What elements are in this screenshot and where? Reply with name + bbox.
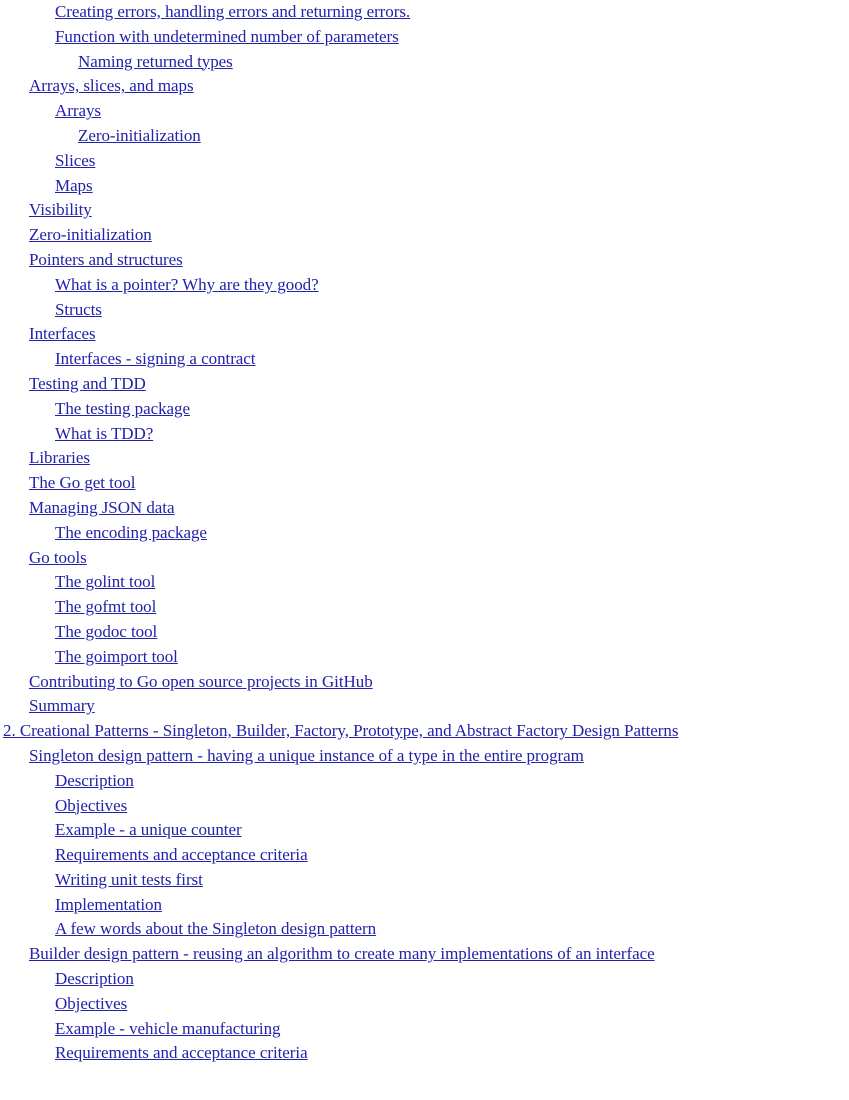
toc-entry: The gofmt tool — [0, 595, 849, 620]
toc-link[interactable]: What is a pointer? Why are they good? — [55, 275, 319, 294]
toc-link[interactable]: The Go get tool — [29, 473, 135, 492]
toc-link[interactable]: A few words about the Singleton design p… — [55, 919, 376, 938]
toc-link[interactable]: The gofmt tool — [55, 597, 156, 616]
toc-entry: Creating errors, handling errors and ret… — [0, 0, 849, 25]
toc-entry: Zero-initialization — [0, 223, 849, 248]
toc-link[interactable]: Libraries — [29, 448, 90, 467]
toc-entry: Objectives — [0, 794, 849, 819]
toc-link[interactable]: The encoding package — [55, 523, 207, 542]
toc-link[interactable]: Description — [55, 969, 134, 988]
toc-entry: Managing JSON data — [0, 496, 849, 521]
toc-entry: Requirements and acceptance criteria — [0, 1041, 849, 1066]
toc-link[interactable]: Contributing to Go open source projects … — [29, 672, 373, 691]
toc-entry: Builder design pattern - reusing an algo… — [0, 942, 849, 967]
toc-entry: Interfaces — [0, 322, 849, 347]
toc-entry: Maps — [0, 174, 849, 199]
toc-entry: The godoc tool — [0, 620, 849, 645]
toc-entry: Go tools — [0, 546, 849, 571]
toc-entry: Interfaces - signing a contract — [0, 347, 849, 372]
toc-link[interactable]: Arrays — [55, 101, 101, 120]
toc-link[interactable]: Summary — [29, 696, 95, 715]
toc-entry: What is a pointer? Why are they good? — [0, 273, 849, 298]
toc-link[interactable]: Naming returned types — [78, 52, 233, 71]
toc-entry: 2. Creational Patterns - Singleton, Buil… — [0, 719, 849, 744]
toc-entry: Summary — [0, 694, 849, 719]
toc-link[interactable]: Arrays, slices, and maps — [29, 76, 194, 95]
toc-link[interactable]: Go tools — [29, 548, 87, 567]
toc-link[interactable]: The testing package — [55, 399, 190, 418]
toc-entry: Objectives — [0, 992, 849, 1017]
toc-entry: Libraries — [0, 446, 849, 471]
toc-entry: Structs — [0, 298, 849, 323]
toc-link[interactable]: 2. Creational Patterns - Singleton, Buil… — [3, 721, 678, 740]
toc-entry: Description — [0, 967, 849, 992]
toc-entry: Pointers and structures — [0, 248, 849, 273]
toc-entry: Arrays — [0, 99, 849, 124]
toc-entry: The golint tool — [0, 570, 849, 595]
toc-link[interactable]: The goimport tool — [55, 647, 178, 666]
toc-link[interactable]: Structs — [55, 300, 102, 319]
toc-entry: Writing unit tests first — [0, 868, 849, 893]
toc-entry: Naming returned types — [0, 50, 849, 75]
toc-link[interactable]: Builder design pattern - reusing an algo… — [29, 944, 655, 963]
toc-entry: Example - a unique counter — [0, 818, 849, 843]
toc-link[interactable]: Zero-initialization — [29, 225, 152, 244]
toc-link[interactable]: Description — [55, 771, 134, 790]
toc-link[interactable]: Requirements and acceptance criteria — [55, 1043, 308, 1062]
toc-entry: What is TDD? — [0, 422, 849, 447]
toc-link[interactable]: Slices — [55, 151, 95, 170]
toc-link[interactable]: Example - a unique counter — [55, 820, 242, 839]
toc-entry: Function with undetermined number of par… — [0, 25, 849, 50]
toc-link[interactable]: Objectives — [55, 994, 127, 1013]
toc-link[interactable]: Zero-initialization — [78, 126, 201, 145]
toc-entry: Requirements and acceptance criteria — [0, 843, 849, 868]
toc-entry: Singleton design pattern - having a uniq… — [0, 744, 849, 769]
toc-link[interactable]: Testing and TDD — [29, 374, 146, 393]
toc-link[interactable]: Pointers and structures — [29, 250, 183, 269]
toc-entry: Contributing to Go open source projects … — [0, 670, 849, 695]
toc-entry: Slices — [0, 149, 849, 174]
toc-link[interactable]: Maps — [55, 176, 93, 195]
toc-link[interactable]: The godoc tool — [55, 622, 157, 641]
toc-link[interactable]: Writing unit tests first — [55, 870, 203, 889]
toc-link[interactable]: Objectives — [55, 796, 127, 815]
table-of-contents: Creating errors, handling errors and ret… — [0, 0, 849, 1100]
toc-link[interactable]: Creating errors, handling errors and ret… — [55, 2, 410, 21]
toc-entry: A few words about the Singleton design p… — [0, 917, 849, 942]
toc-entry: Testing and TDD — [0, 372, 849, 397]
toc-link[interactable]: Requirements and acceptance criteria — [55, 845, 308, 864]
toc-link[interactable]: Managing JSON data — [29, 498, 175, 517]
toc-entry: The testing package — [0, 397, 849, 422]
toc-entry: The goimport tool — [0, 645, 849, 670]
toc-link[interactable]: Visibility — [29, 200, 92, 219]
toc-entry: The Go get tool — [0, 471, 849, 496]
toc-link[interactable]: The golint tool — [55, 572, 155, 591]
toc-entry: Visibility — [0, 198, 849, 223]
toc-link[interactable]: What is TDD? — [55, 424, 153, 443]
toc-entry: Implementation — [0, 893, 849, 918]
toc-link[interactable]: Implementation — [55, 895, 162, 914]
toc-entry: The encoding package — [0, 521, 849, 546]
toc-link[interactable]: Singleton design pattern - having a uniq… — [29, 746, 584, 765]
toc-entry: Description — [0, 769, 849, 794]
toc-link[interactable]: Example - vehicle manufacturing — [55, 1019, 281, 1038]
toc-entry: Arrays, slices, and maps — [0, 74, 849, 99]
toc-entry: Example - vehicle manufacturing — [0, 1017, 849, 1042]
toc-entry: Zero-initialization — [0, 124, 849, 149]
toc-link[interactable]: Interfaces - signing a contract — [55, 349, 256, 368]
toc-link[interactable]: Interfaces — [29, 324, 96, 343]
toc-link[interactable]: Function with undetermined number of par… — [55, 27, 399, 46]
